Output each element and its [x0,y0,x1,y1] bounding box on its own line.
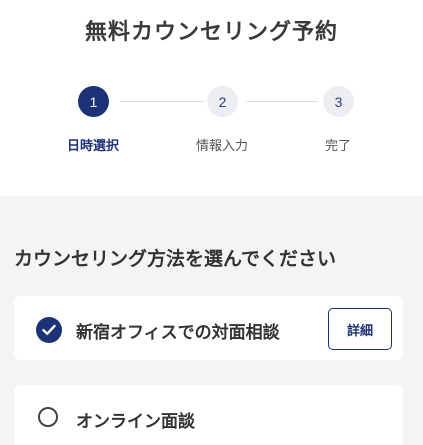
radio-unchecked-icon[interactable] [38,407,58,427]
step-progress: 1 2 3 日時選択 情報入力 完了 [0,86,423,156]
step-connector-1-2 [120,101,204,102]
header-area: 無料カウンセリング予約 1 2 3 日時選択 情報入力 完了 [0,0,423,196]
step-3-label: 完了 [324,139,351,154]
step-3-circle: 3 [323,86,354,117]
checkmark-icon [42,324,56,335]
option-in-person[interactable]: 新宿オフィスでの対面相談 詳細 [14,296,403,360]
option-online[interactable]: オンライン面談 [14,385,403,445]
method-heading: カウンセリング方法を選んでください [14,248,337,270]
page-title: 無料カウンセリング予約 [84,20,338,45]
step-2-label: 情報入力 [195,139,248,154]
step-1-circle: 1 [78,86,109,117]
option-in-person-label: 新宿オフィスでの対面相談 [76,323,280,343]
step-1-label: 日時選択 [66,139,119,154]
radio-checked-icon[interactable] [36,317,62,343]
step-1-number: 1 [89,93,98,110]
step-3-number: 3 [334,93,343,110]
option-online-label: オンライン面談 [76,412,195,432]
detail-button[interactable]: 詳細 [328,308,392,350]
step-connector-2-3 [246,101,318,102]
step-2-circle: 2 [207,86,238,117]
step-2-number: 2 [218,93,227,110]
